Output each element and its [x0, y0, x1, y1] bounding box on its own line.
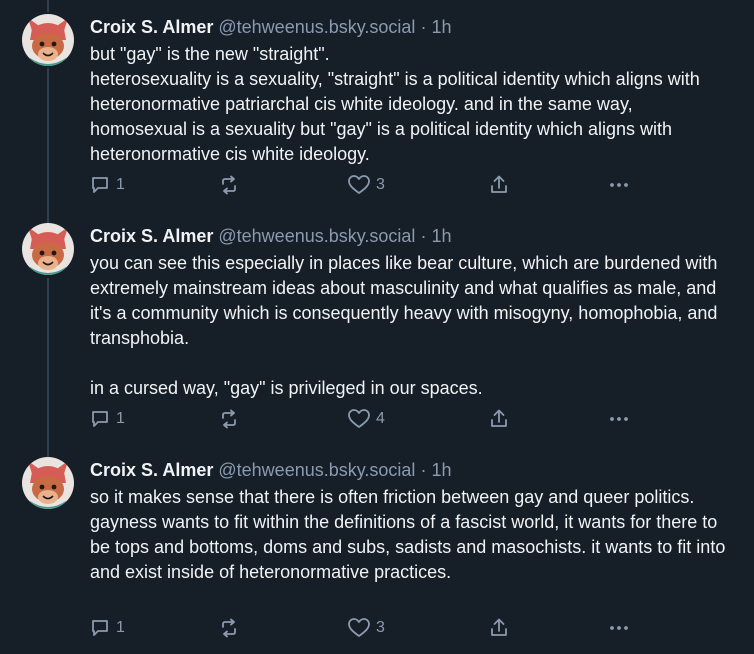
- reply-button[interactable]: 1: [90, 618, 125, 638]
- post-header: Croix S. Almer @tehweenus.bsky.social · …: [90, 224, 734, 248]
- post-content: Croix S. Almer @tehweenus.bsky.social · …: [90, 15, 734, 167]
- post-paragraph: you can see this especially in places li…: [90, 253, 718, 348]
- thread-line: [47, 278, 49, 462]
- reply-count: 1: [116, 176, 125, 193]
- repost-icon: [222, 409, 236, 429]
- reply-icon: [92, 411, 108, 427]
- more-options-icon: [610, 626, 628, 630]
- repost-icon: [222, 618, 236, 638]
- timestamp[interactable]: 1h: [431, 17, 451, 37]
- like-count: 4: [376, 410, 385, 427]
- reply-button[interactable]: 1: [90, 175, 125, 195]
- reply-icon: [92, 620, 108, 636]
- share-button[interactable]: [489, 618, 509, 638]
- separator: ·: [420, 17, 427, 37]
- post-paragraph: but "gay" is the new "straight".: [90, 44, 330, 64]
- post-text: but "gay" is the new "straight". heteros…: [90, 42, 734, 167]
- avatar[interactable]: [22, 14, 74, 66]
- share-icon: [491, 409, 507, 427]
- author-name[interactable]: Croix S. Almer: [90, 17, 213, 37]
- like-button[interactable]: 3: [348, 175, 385, 195]
- post-actions: 1 3: [0, 618, 754, 642]
- avatar-image: [22, 457, 74, 509]
- more-options-icon: [610, 183, 628, 187]
- post-actions: 1 3: [0, 175, 754, 199]
- post-text: you can see this especially in places li…: [90, 251, 734, 401]
- thread-line: [47, 68, 49, 228]
- author-handle[interactable]: @tehweenus.bsky.social: [218, 17, 415, 37]
- reply-count: 1: [116, 410, 125, 427]
- reply-button[interactable]: 1: [90, 409, 125, 429]
- avatar[interactable]: [22, 457, 74, 509]
- thread: Croix S. Almer @tehweenus.bsky.social · …: [0, 0, 754, 654]
- avatar-image: [22, 14, 74, 66]
- author-handle[interactable]: @tehweenus.bsky.social: [218, 460, 415, 480]
- share-icon: [491, 618, 507, 636]
- heart-icon: [348, 618, 370, 637]
- author-handle[interactable]: @tehweenus.bsky.social: [218, 226, 415, 246]
- repost-button[interactable]: [219, 618, 245, 638]
- heart-icon: [348, 409, 370, 428]
- thread-line: [47, 0, 49, 12]
- post-header: Croix S. Almer @tehweenus.bsky.social · …: [90, 15, 734, 39]
- more-options-button[interactable]: [608, 409, 630, 429]
- like-button[interactable]: 4: [348, 409, 385, 429]
- share-button[interactable]: [489, 409, 509, 429]
- repost-icon: [222, 175, 236, 195]
- like-count: 3: [376, 176, 385, 193]
- heart-icon: [348, 175, 370, 194]
- avatar-image: [22, 223, 74, 275]
- post-paragraph: heterosexuality is a sexuality, "straigh…: [90, 69, 700, 164]
- separator: ·: [420, 460, 427, 480]
- more-options-button[interactable]: [608, 175, 630, 195]
- share-icon: [491, 175, 507, 193]
- post-content: Croix S. Almer @tehweenus.bsky.social · …: [90, 224, 734, 401]
- post-paragraph: so it makes sense that there is often fr…: [90, 487, 726, 582]
- post-paragraph: in a cursed way, "gay" is privileged in …: [90, 378, 483, 398]
- post-header: Croix S. Almer @tehweenus.bsky.social · …: [90, 458, 734, 482]
- author-name[interactable]: Croix S. Almer: [90, 460, 213, 480]
- reply-icon: [92, 177, 108, 193]
- avatar[interactable]: [22, 223, 74, 275]
- more-options-button[interactable]: [608, 618, 630, 638]
- timestamp[interactable]: 1h: [431, 460, 451, 480]
- share-button[interactable]: [489, 175, 509, 195]
- more-options-icon: [610, 417, 628, 421]
- like-button[interactable]: 3: [348, 618, 385, 638]
- post-content: Croix S. Almer @tehweenus.bsky.social · …: [90, 458, 734, 585]
- post-actions: 1 4: [0, 409, 754, 433]
- reply-count: 1: [116, 619, 125, 636]
- post-text: so it makes sense that there is often fr…: [90, 485, 734, 585]
- separator: ·: [420, 226, 427, 246]
- author-name[interactable]: Croix S. Almer: [90, 226, 213, 246]
- like-count: 3: [376, 619, 385, 636]
- timestamp[interactable]: 1h: [431, 226, 451, 246]
- repost-button[interactable]: [219, 175, 245, 195]
- repost-button[interactable]: [219, 409, 245, 429]
